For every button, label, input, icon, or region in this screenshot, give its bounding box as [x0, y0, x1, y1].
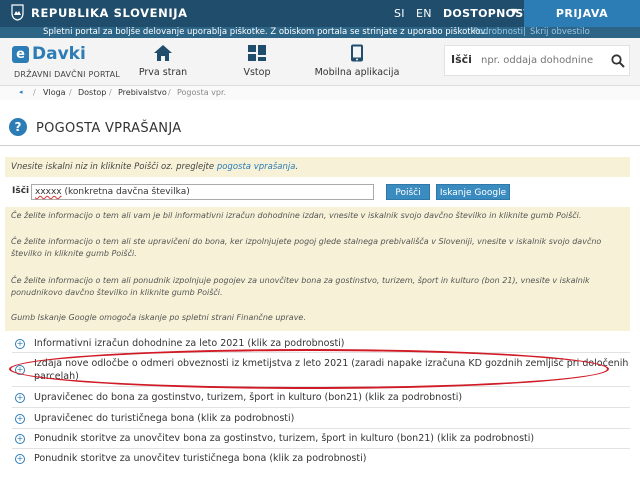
breadcrumb-separator: /	[69, 88, 72, 97]
faq-search-value-marked: xxxxx	[35, 187, 62, 197]
accessibility-menu[interactable]: DOSTOPNOST	[443, 7, 531, 20]
intro-box: Vnesite iskalni niz in kliknite Poišči o…	[5, 157, 630, 177]
nav-home[interactable]: Prva stran	[138, 40, 188, 78]
intro-text: Vnesite iskalni niz in kliknite Poišči o…	[11, 162, 299, 172]
list-divider	[12, 407, 630, 408]
slovenia-crest-icon	[11, 4, 24, 21]
faq-search-label: Išči	[12, 186, 30, 196]
search-button[interactable]: Poišči	[386, 184, 430, 200]
site-header: e Davki DRŽAVNI DAVČNI PORTAL Prva stran…	[0, 38, 640, 86]
title-divider	[0, 145, 640, 146]
home-icon	[154, 45, 172, 61]
search-icon[interactable]	[611, 54, 625, 68]
expand-plus-icon: +	[15, 414, 25, 424]
cookie-notice: Spletni portal za boljše delovanje upora…	[0, 27, 640, 38]
breadcrumb-item-prebivalstvo[interactable]: Prebivalstvo	[118, 88, 167, 97]
site-subtitle: DRŽAVNI DAVČNI PORTAL	[14, 70, 120, 79]
expand-plus-icon: +	[15, 339, 25, 349]
faq-search-value: (konkretna davčna številka)	[61, 187, 190, 197]
help-box: Če želite informacijo o tem ali vam je b…	[5, 207, 630, 331]
site-search: Išči	[444, 45, 630, 76]
list-item-text: Informativni izračun dohodnine za leto 2…	[34, 338, 345, 349]
nav-home-label: Prva stran	[138, 67, 188, 78]
expand-plus-icon: +	[15, 454, 25, 464]
expand-plus-icon: +	[15, 434, 25, 444]
breadcrumb: ◂ / Vloga / Dostop / Prebivalstvo / Pogo…	[0, 86, 640, 100]
breadcrumb-back-icon[interactable]: ◂	[19, 88, 23, 96]
grid-icon	[248, 45, 266, 61]
help-text: Če želite informacijo o tem ali vam je b…	[11, 211, 582, 220]
mobile-phone-icon	[351, 44, 363, 62]
site-search-input[interactable]	[481, 52, 611, 69]
breadcrumb-separator: /	[33, 88, 36, 97]
edavki-logo-icon[interactable]: e	[12, 46, 29, 63]
cookie-separator: |	[523, 27, 526, 37]
list-item-text-continued: parcelah)	[34, 371, 79, 382]
faq-search-input[interactable]: xxxxx (konkretna davčna številka)	[31, 184, 374, 200]
list-divider	[12, 352, 630, 353]
help-text: Gumb Iskanje Google omogoča iskanje po s…	[11, 313, 306, 322]
top-bar: REPUBLIKA SLOVENIJA SI EN DOSTOPNOST ▼ P…	[0, 0, 640, 27]
page-title: POGOSTA VPRAŠANJA	[36, 121, 182, 136]
nav-login[interactable]: Vstop	[232, 40, 282, 78]
breadcrumb-separator: /	[109, 88, 112, 97]
list-item-text: Upravičenec do bona za gostinstvo, turiz…	[34, 392, 463, 403]
country-name: REPUBLIKA SLOVENIJA	[31, 6, 188, 20]
google-search-button[interactable]: Iskanje Google	[436, 184, 510, 200]
help-text: Če želite informacijo o tem ali ste upra…	[11, 237, 602, 258]
breadcrumb-separator: /	[168, 88, 171, 97]
question-icon: ?	[9, 118, 27, 136]
breadcrumb-current: Pogosta vpr.	[177, 88, 227, 97]
nav-login-label: Vstop	[243, 67, 271, 78]
list-divider	[12, 428, 630, 429]
login-button[interactable]: PRIJAVA	[524, 0, 640, 27]
faq-search-row: Išči xxxxx (konkretna davčna številka) P…	[0, 182, 640, 204]
help-text: Če želite informacijo o tem ali ponudnik…	[11, 276, 590, 297]
chevron-down-icon: ▼	[511, 7, 518, 16]
breadcrumb-item-vloga[interactable]: Vloga	[43, 88, 66, 97]
breadcrumb-item-dostop[interactable]: Dostop	[78, 88, 106, 97]
cookie-details-link[interactable]: Podrobnosti	[473, 27, 523, 38]
site-search-label: Išči	[451, 53, 472, 66]
list-item-text: Ponudnik storitve za unovčitev turističn…	[34, 453, 367, 464]
list-divider	[12, 448, 630, 449]
language-si-link[interactable]: SI	[394, 7, 405, 20]
site-logo-text[interactable]: Davki	[32, 44, 86, 64]
language-en-link[interactable]: EN	[416, 7, 432, 20]
faq-link[interactable]: pogosta vprašanja	[217, 162, 296, 172]
nav-mobile-label: Mobilna aplikacija	[314, 67, 400, 78]
cookie-notice-text: Spletni portal za boljše delovanje upora…	[43, 27, 488, 37]
list-divider	[12, 386, 630, 387]
list-item-text: Izdaja nove odločbe o odmeri obveznosti …	[34, 358, 629, 369]
expand-plus-icon: +	[15, 365, 25, 375]
nav-mobile-app[interactable]: Mobilna aplikacija	[314, 40, 400, 78]
list-item-text: Upravičenec do turističnega bona (klik z…	[34, 413, 295, 424]
list-item-text: Ponudnik storitve za unovčitev bona za g…	[34, 433, 535, 444]
expand-plus-icon: +	[15, 393, 25, 403]
cookie-hide-link[interactable]: Skrij obvestilo	[530, 27, 590, 38]
